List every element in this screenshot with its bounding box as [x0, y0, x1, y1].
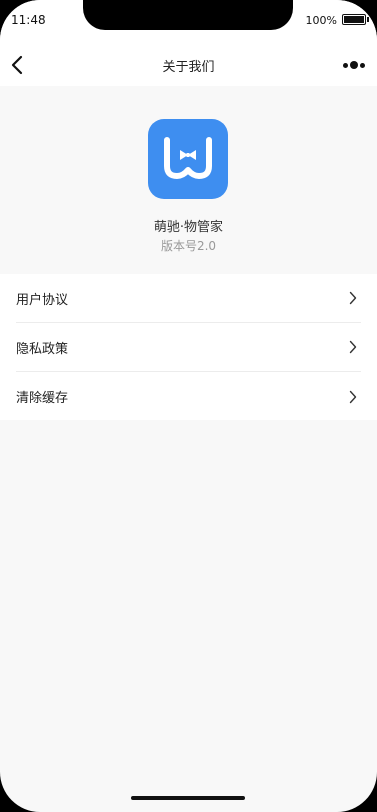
- phone-screen: 11:48 100% 关于我们 萌驰·物管家 版本号2.0 用户协议 隐私政策 …: [0, 0, 377, 812]
- home-indicator[interactable]: [131, 796, 245, 800]
- w-bowtie-logo-icon: [164, 137, 212, 179]
- app-name: 萌驰·物管家: [153, 220, 224, 235]
- chevron-right-icon: [349, 390, 361, 404]
- battery-cap: [367, 17, 369, 22]
- page-title: 关于我们: [162, 60, 215, 75]
- chevron-right-icon: [349, 340, 361, 354]
- settings-list: 用户协议 隐私政策 清除缓存: [0, 274, 377, 420]
- menu-item-label: 隐私政策: [16, 341, 69, 357]
- app-info-section: 萌驰·物管家 版本号2.0: [0, 86, 377, 274]
- more-dots-icon: [343, 62, 348, 68]
- battery-percent: 100%: [305, 14, 337, 27]
- status-time: 11:48: [11, 13, 46, 27]
- notch: [83, 0, 293, 30]
- menu-item-user-agreement[interactable]: 用户协议: [16, 274, 361, 323]
- app-logo: [148, 119, 228, 199]
- menu-item-privacy-policy[interactable]: 隐私政策: [16, 323, 361, 372]
- navigation-bar: 关于我们: [0, 44, 377, 86]
- battery-icon: [342, 14, 366, 25]
- more-button[interactable]: [341, 58, 367, 72]
- menu-item-label: 用户协议: [16, 292, 69, 308]
- chevron-right-icon: [349, 291, 361, 305]
- menu-item-clear-cache[interactable]: 清除缓存: [16, 372, 361, 421]
- status-bar: 11:48 100%: [0, 0, 377, 44]
- menu-item-label: 清除缓存: [16, 391, 69, 406]
- app-version: 版本号2.0: [160, 239, 217, 253]
